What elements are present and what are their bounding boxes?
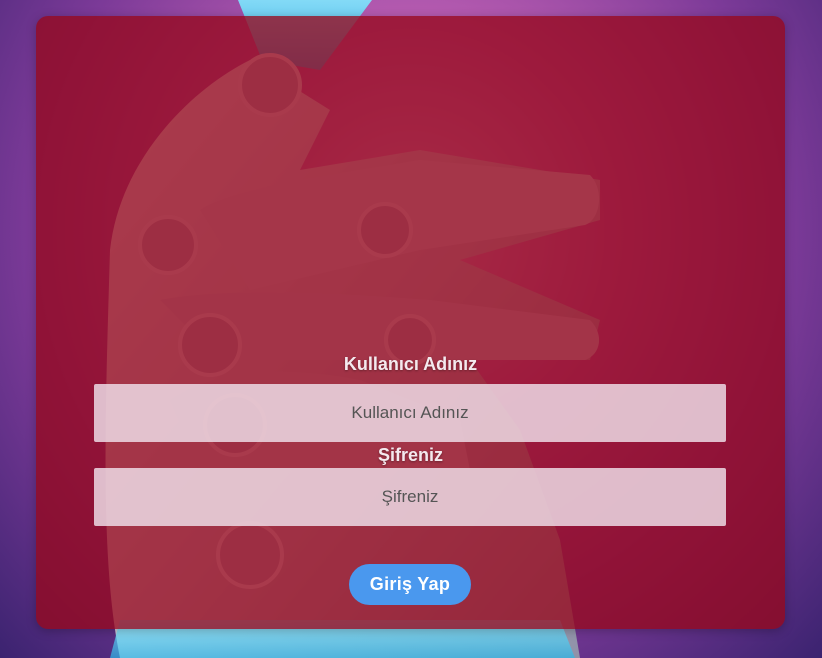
username-label: Kullanıcı Adınız [343, 354, 478, 374]
password-input[interactable] [94, 468, 726, 526]
login-button[interactable]: Giriş Yap [349, 564, 471, 605]
username-input[interactable] [94, 384, 726, 442]
password-label: Şifreniz [377, 445, 443, 465]
login-card: Kullanıcı Adınız Şifreniz Giriş Yap [36, 16, 785, 629]
